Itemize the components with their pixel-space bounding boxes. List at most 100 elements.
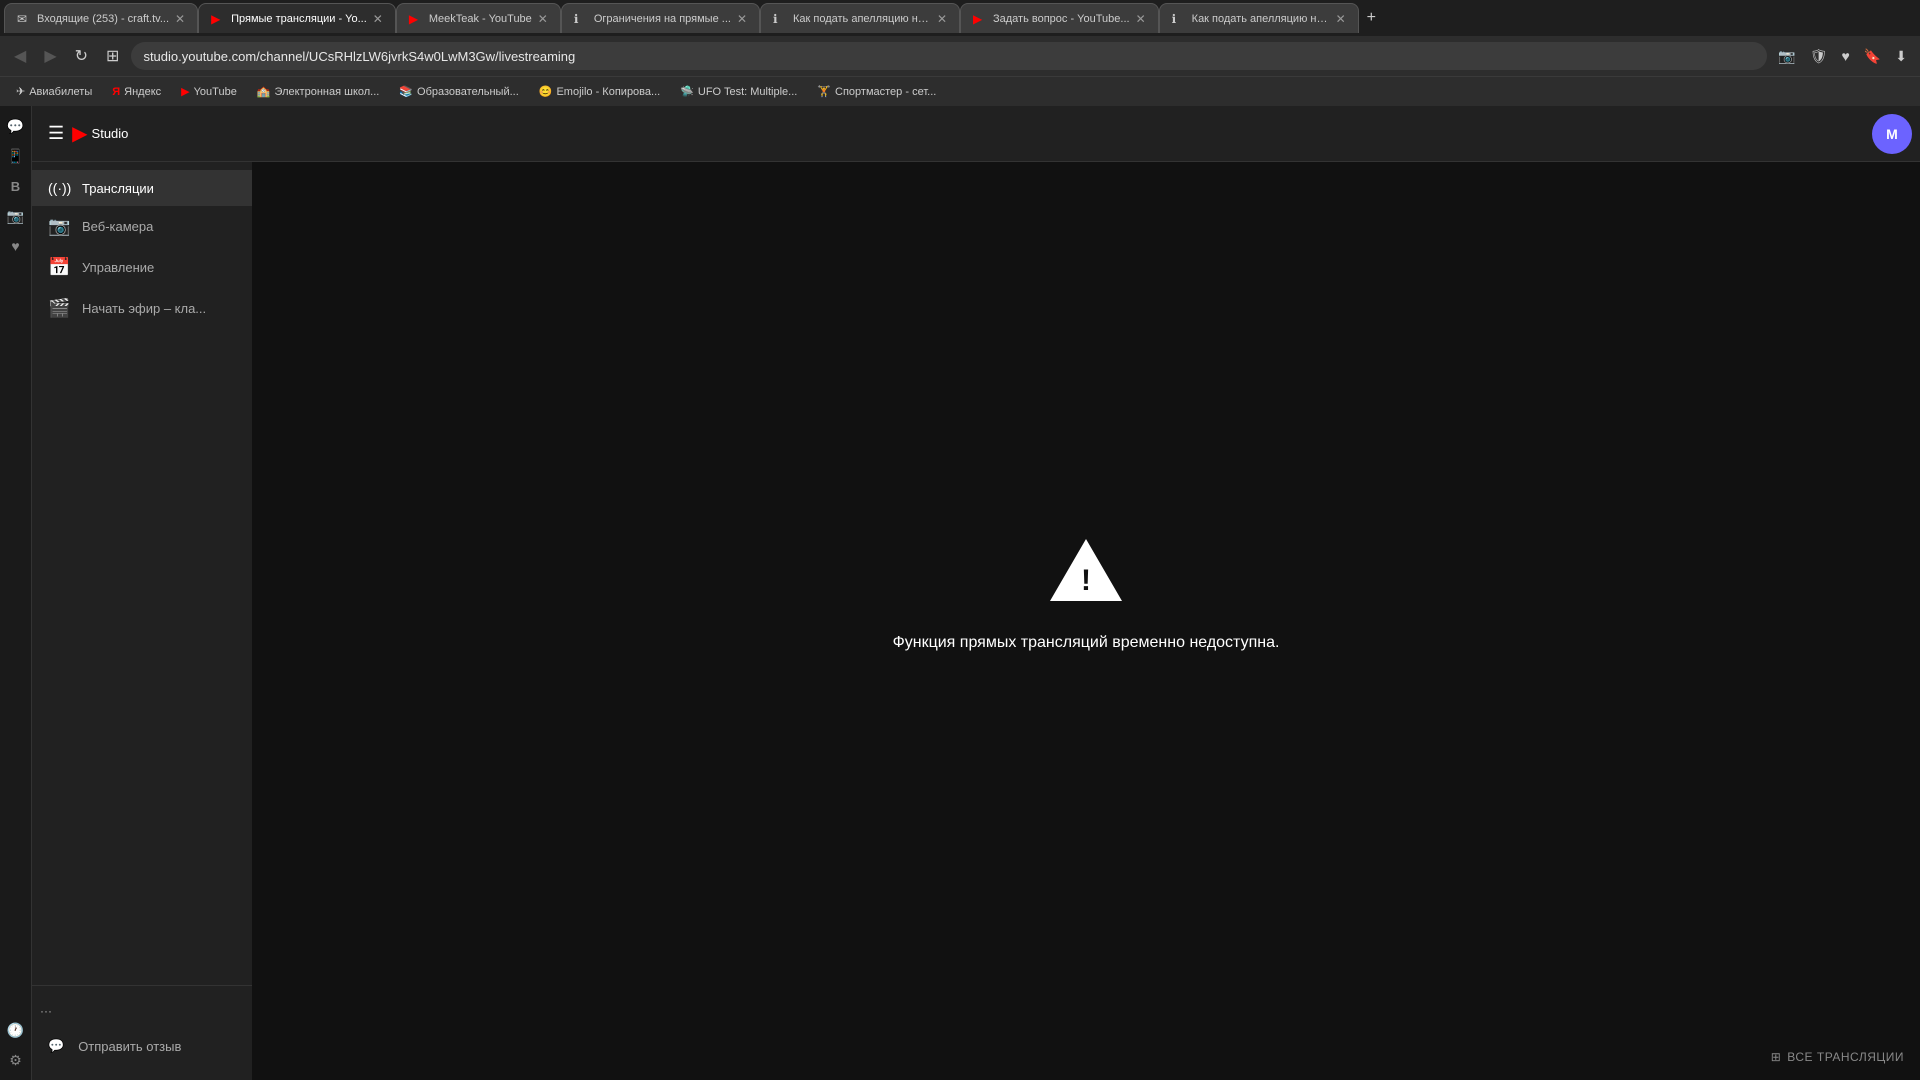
sidebar-item-golive-label: Начать эфир – кла... (82, 301, 206, 316)
download-icon[interactable]: ⬇ (1890, 44, 1912, 69)
svg-text:!: ! (1081, 564, 1091, 597)
settings-icon[interactable]: ⚙ (4, 1048, 28, 1072)
bookmark-yandex[interactable]: Я Яндекс (104, 84, 169, 100)
bookmark-edu-icon: 📚 (399, 85, 413, 98)
camera-icon[interactable]: 📷 (1773, 44, 1800, 69)
tab-3-close[interactable]: ✕ (538, 12, 548, 26)
tab-5-close[interactable]: ✕ (937, 12, 947, 26)
nav-actions: 📷 🛡 ♥ 🔖 ⬇ (1773, 44, 1912, 69)
yt-logo-icon: ▶ (72, 121, 87, 146)
studio-sidebar: ☰ ▶ Studio ((·)) Трансляции 📷 Веб-камера… (32, 106, 252, 1080)
tab-4-close[interactable]: ✕ (737, 12, 747, 26)
feedback-icon: 💬 (48, 1038, 64, 1054)
forward-button[interactable]: ▶ (38, 42, 62, 70)
vk-icon[interactable]: В (4, 174, 28, 198)
webcam-icon: 📷 (48, 216, 68, 237)
bookmark-sport-label: Спортмастер - сет... (835, 86, 936, 98)
bookmark-icon[interactable]: 🔖 (1859, 44, 1886, 69)
bookmark-ufo-label: UFO Test: Multiple... (698, 86, 797, 98)
sidebar-item-broadcasts-label: Трансляции (82, 181, 154, 196)
tab-6-title: Задать вопрос - YouTube... (993, 13, 1130, 25)
golive-icon: 🎬 (48, 298, 68, 319)
warning-triangle-icon: ! (1046, 535, 1126, 605)
broadcasts-icon: ((·)) (48, 180, 68, 196)
tab-3[interactable]: ▶ MeekTeak - YouTube ✕ (396, 3, 561, 33)
bookmarks-bar: ✈ Авиабилеты Я Яндекс ▶ YouTube 🏫 Электр… (0, 76, 1920, 106)
tab-5-title: Как подать апелляцию на... (793, 13, 931, 25)
manage-icon: 📅 (48, 257, 68, 278)
tab-1-close[interactable]: ✕ (175, 12, 185, 26)
address-bar[interactable] (131, 42, 1767, 70)
bookmark-ufo-icon: 🛸 (680, 85, 694, 98)
bookmark-youtube-label: YouTube (194, 86, 237, 98)
bookmark-aviabilety-icon: ✈ (16, 85, 25, 98)
sidebar-item-webcam[interactable]: 📷 Веб-камера (32, 206, 252, 247)
bookmark-sport[interactable]: 🏋 Спортмастер - сет... (809, 83, 944, 100)
back-button[interactable]: ◀ (8, 42, 32, 70)
tab-7-title: Как подать апелляцию на... (1192, 13, 1330, 25)
tab-bar: ✉ Входящие (253) - craft.tv... ✕ ▶ Прямы… (0, 0, 1920, 36)
heart-icon[interactable]: ♥ (1837, 44, 1855, 68)
warning-icon-wrapper: ! (1046, 535, 1126, 610)
instagram-icon[interactable]: 📷 (4, 204, 28, 228)
tab-7[interactable]: ℹ Как подать апелляцию на... ✕ (1159, 3, 1359, 33)
tab-6[interactable]: ▶ Задать вопрос - YouTube... ✕ (960, 3, 1159, 33)
tab-5-favicon: ℹ (773, 12, 787, 26)
tab-2[interactable]: ▶ Прямые трансляции - Yo... ✕ (198, 3, 396, 33)
more-icon: ··· (40, 1004, 52, 1018)
studio-header: ☰ ▶ Studio (32, 106, 252, 162)
content-area: 💬 📱 В 📷 ♥ 🕐 ⚙ ☰ ▶ Studio ((·)) Трансляци… (0, 106, 1920, 1080)
tab-5[interactable]: ℹ Как подать апелляцию на... ✕ (760, 3, 960, 33)
bookmark-ufo[interactable]: 🛸 UFO Test: Multiple... (672, 83, 805, 100)
new-tab-button[interactable]: + (1359, 9, 1384, 27)
tab-4-title: Ограничения на прямые ... (594, 13, 731, 25)
sidebar-bottom: ··· 💬 Отправить отзыв (32, 985, 252, 1080)
refresh-button[interactable]: ↻ (69, 42, 94, 70)
heart-fav-icon[interactable]: ♥ (4, 234, 28, 258)
tab-7-close[interactable]: ✕ (1336, 12, 1346, 26)
all-broadcasts-icon: ⊞ (1771, 1050, 1782, 1064)
bookmark-school-icon: 🏫 (257, 85, 271, 98)
bookmark-edu-label: Образовательный... (417, 86, 519, 98)
sidebar-nav: ((·)) Трансляции 📷 Веб-камера 📅 Управлен… (32, 162, 252, 985)
tab-4[interactable]: ℹ Ограничения на прямые ... ✕ (561, 3, 760, 33)
sidebar-item-manage[interactable]: 📅 Управление (32, 247, 252, 288)
all-broadcasts-label: ВСЕ ТРАНСЛЯЦИИ (1787, 1050, 1904, 1064)
tab-6-favicon: ▶ (973, 12, 987, 26)
sidebar-item-manage-label: Управление (82, 260, 154, 275)
bookmark-emoji[interactable]: 😊 Emojilo - Копирова... (531, 83, 668, 100)
all-broadcasts-button[interactable]: ⊞ ВСЕ ТРАНСЛЯЦИИ (1771, 1050, 1904, 1064)
studio-topbar: М (252, 106, 1920, 162)
tab-1[interactable]: ✉ Входящие (253) - craft.tv... ✕ (4, 3, 198, 33)
history-icon[interactable]: 🕐 (4, 1018, 28, 1042)
yt-logo: ▶ Studio (72, 121, 128, 146)
error-container: ! Функция прямых трансляций временно нед… (893, 535, 1280, 652)
more-button[interactable]: ··· (32, 994, 252, 1028)
bookmark-school[interactable]: 🏫 Электронная школ... (249, 83, 388, 100)
user-avatar[interactable]: М (1872, 114, 1912, 154)
home-button[interactable]: ⊞ (100, 42, 125, 70)
browser-chrome: ✉ Входящие (253) - craft.tv... ✕ ▶ Прямы… (0, 0, 1920, 106)
tab-3-favicon: ▶ (409, 12, 423, 26)
tab-2-close[interactable]: ✕ (373, 12, 383, 26)
bookmark-aviabilety-label: Авиабилеты (29, 86, 92, 98)
tab-3-title: MeekTeak - YouTube (429, 13, 532, 25)
bookmark-edu[interactable]: 📚 Образовательный... (391, 83, 526, 100)
tab-6-close[interactable]: ✕ (1136, 12, 1146, 26)
whatsapp-icon[interactable]: 📱 (4, 144, 28, 168)
tab-2-favicon: ▶ (211, 12, 225, 26)
tab-1-favicon: ✉ (17, 12, 31, 26)
avatar-initials: М (1886, 126, 1898, 142)
yt-studio-label: Studio (92, 126, 129, 141)
tab-7-favicon: ℹ (1172, 12, 1186, 26)
sidebar-item-golive[interactable]: 🎬 Начать эфир – кла... (32, 288, 252, 329)
feedback-label: Отправить отзыв (78, 1039, 181, 1054)
feedback-button[interactable]: 💬 Отправить отзыв (32, 1028, 252, 1064)
bookmark-youtube[interactable]: ▶ YouTube (173, 83, 245, 100)
sidebar-item-broadcasts[interactable]: ((·)) Трансляции (32, 170, 252, 206)
sidebar-item-webcam-label: Веб-камера (82, 219, 153, 234)
hamburger-icon[interactable]: ☰ (48, 123, 64, 144)
messenger-icon[interactable]: 💬 (4, 114, 28, 138)
shield-icon[interactable]: 🛡 (1805, 44, 1833, 69)
bookmark-aviabilety[interactable]: ✈ Авиабилеты (8, 83, 100, 100)
